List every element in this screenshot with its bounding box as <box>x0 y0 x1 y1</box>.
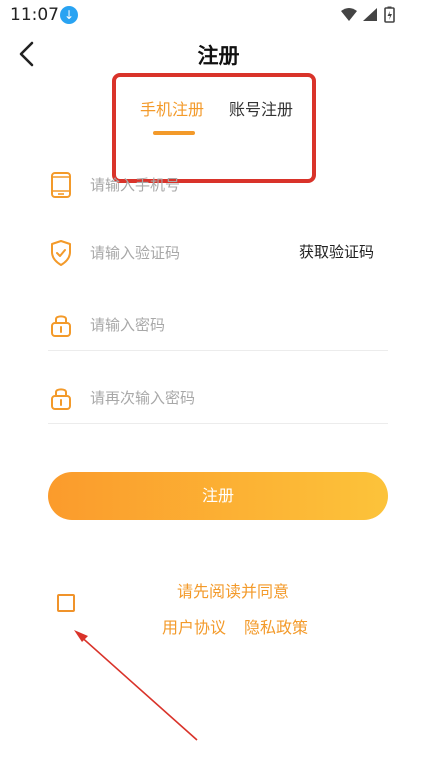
register-submit-button[interactable]: 注册 <box>48 472 388 520</box>
code-field-row: 获取验证码 <box>48 228 388 278</box>
confirm-password-field-row <box>48 373 388 424</box>
lock-icon <box>50 312 72 338</box>
password-input[interactable] <box>88 312 312 338</box>
phone-icon <box>50 172 72 198</box>
page-title: 注册 <box>197 44 240 68</box>
active-tab-indicator <box>153 131 195 135</box>
register-tabs: 手机注册 账号注册 <box>0 96 437 140</box>
privacy-policy-link[interactable]: 隐私政策 <box>244 614 308 638</box>
download-icon: ↓ <box>60 6 78 24</box>
user-agreement-link[interactable]: 用户协议 <box>162 614 226 638</box>
wifi-icon <box>341 8 357 21</box>
confirm-password-input[interactable] <box>88 385 312 411</box>
lock-icon <box>50 385 72 411</box>
battery-icon <box>384 6 395 23</box>
password-field-row <box>48 300 388 351</box>
phone-field-row <box>48 160 388 210</box>
tab-phone-register[interactable]: 手机注册 <box>140 96 204 120</box>
status-icons <box>339 6 409 24</box>
agreement-checkbox[interactable] <box>57 594 75 612</box>
status-bar: 11:07 ↓ <box>0 0 437 30</box>
verification-code-input[interactable] <box>88 240 312 266</box>
signal-icon <box>363 8 377 21</box>
agreement-prompt: 请先阅读并同意 <box>177 582 290 601</box>
phone-input[interactable] <box>88 172 312 198</box>
shield-check-icon <box>50 240 72 266</box>
status-time: 11:07 <box>10 5 59 25</box>
tab-account-register[interactable]: 账号注册 <box>229 96 293 120</box>
get-code-button[interactable]: 获取验证码 <box>299 241 374 262</box>
